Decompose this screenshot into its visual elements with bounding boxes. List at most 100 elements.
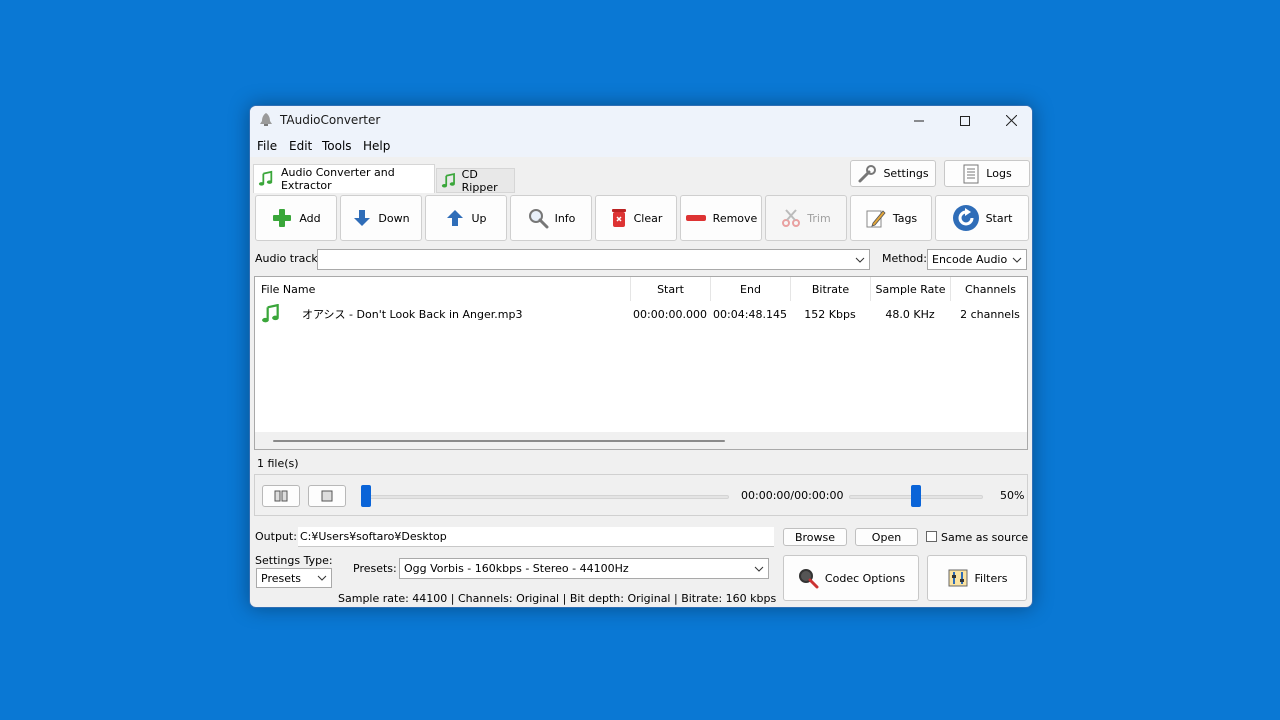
audio-track-select[interactable] <box>317 249 870 270</box>
up-label: Up <box>471 211 487 225</box>
title-bar: TAudioConverter <box>250 106 1032 135</box>
presets-select[interactable]: Ogg Vorbis - 160kbps - Stereo - 44100Hz <box>399 558 769 579</box>
same-as-source-checkbox[interactable] <box>926 531 937 542</box>
channels-cell: 2 channels <box>960 307 1020 321</box>
maximize-button[interactable] <box>942 106 988 135</box>
browse-button[interactable]: Browse <box>783 528 847 546</box>
chevron-down-icon <box>317 575 327 581</box>
file-name-cell: オアシス - Don't Look Back in Anger.mp3 <box>302 308 523 321</box>
codec-magnifier-icon <box>798 569 819 589</box>
close-icon <box>1005 115 1017 126</box>
bitrate-cell: 152 Kbps <box>804 307 856 321</box>
filters-button[interactable]: Filters <box>927 555 1027 601</box>
codec-options-button[interactable]: Codec Options <box>783 555 919 601</box>
column-sample-rate[interactable]: Sample Rate <box>870 277 950 301</box>
tab-audio-converter-label: Audio Converter and Extractor <box>280 166 395 192</box>
column-end[interactable]: End <box>710 277 790 301</box>
add-button[interactable]: Add <box>255 195 337 241</box>
info-label: Info <box>554 211 576 225</box>
settings-type-select[interactable]: Presets <box>256 568 332 588</box>
window-title: TAudioConverter <box>280 113 381 127</box>
player-bar: 00:00:00/00:00:00 50% <box>254 474 1028 516</box>
file-count: 1 file(s) <box>257 457 299 470</box>
remove-button[interactable]: Remove <box>680 195 762 241</box>
app-window: TAudioConverter File Edit Tools Help Aud… <box>249 105 1033 608</box>
remove-label: Remove <box>712 211 758 225</box>
seek-thumb[interactable] <box>361 485 371 507</box>
column-channels[interactable]: Channels <box>950 277 1027 301</box>
method-value: Encode Audio <box>932 253 1008 266</box>
start-button[interactable]: Start <box>935 195 1029 241</box>
settings-button[interactable]: Settings <box>850 160 936 187</box>
output-path-field[interactable]: C:¥Users¥softaro¥Desktop <box>298 527 774 547</box>
chevron-down-icon <box>855 257 865 263</box>
tab-audio-converter[interactable]: Audio Converter and Extractor <box>253 164 435 193</box>
pause-button[interactable] <box>262 485 300 507</box>
output-path-value: C:¥Users¥softaro¥Desktop <box>300 530 447 543</box>
info-button[interactable]: Info <box>510 195 592 241</box>
wrench-icon <box>858 164 877 182</box>
clear-button[interactable]: Clear <box>595 195 677 241</box>
tab-cd-ripper-label: CD Ripper <box>461 167 498 194</box>
toolbar: Add Down Up Info Clear Remove Trim Tags … <box>250 195 1032 243</box>
down-button[interactable]: Down <box>340 195 422 241</box>
pause-icon <box>274 490 288 502</box>
trim-button[interactable]: Trim <box>765 195 847 241</box>
logs-button[interactable]: Logs <box>944 160 1030 187</box>
table-row[interactable]: オアシス - Don't Look Back in Anger.mp3 00:0… <box>255 301 1027 327</box>
pencil-icon <box>866 210 886 228</box>
chevron-down-icon <box>1012 257 1022 263</box>
music-note-icon <box>258 170 273 186</box>
column-start[interactable]: Start <box>630 277 710 301</box>
time-display: 00:00:00/00:00:00 <box>741 489 844 502</box>
filter-sliders-icon <box>948 569 967 587</box>
plus-icon <box>273 209 292 227</box>
magnifier-icon <box>528 209 549 229</box>
horizontal-scrollbar[interactable] <box>255 432 1027 449</box>
menu-file[interactable]: File <box>257 139 277 153</box>
tab-cd-ripper[interactable]: CD Ripper <box>436 167 515 194</box>
arrow-up-icon <box>447 210 464 226</box>
column-file-name[interactable]: File Name <box>261 277 631 301</box>
menu-tools[interactable]: Tools <box>322 139 352 153</box>
sample-rate-cell: 48.0 KHz <box>885 307 935 321</box>
trash-icon <box>611 209 626 227</box>
volume-thumb[interactable] <box>911 485 921 507</box>
tags-label: Tags <box>892 211 918 225</box>
presets-value: Ogg Vorbis - 160kbps - Stereo - 44100Hz <box>404 562 629 575</box>
settings-label: Settings <box>883 167 929 180</box>
status-text: Sample rate: 44100 | Channels: Original … <box>338 592 777 605</box>
open-button[interactable]: Open <box>855 528 918 546</box>
minimize-icon <box>914 120 924 121</box>
audio-track-label: Audio track: <box>255 252 322 265</box>
end-cell: 00:04:48.145 <box>713 307 787 321</box>
volume-label: 50% <box>1000 489 1025 502</box>
start-cell: 00:00:00.000 <box>633 307 707 321</box>
file-list-header: File Name Start End Bitrate Sample Rate … <box>255 277 1027 301</box>
column-bitrate[interactable]: Bitrate <box>790 277 870 301</box>
close-button[interactable] <box>988 106 1032 135</box>
method-label: Method: <box>882 252 927 265</box>
chevron-down-icon <box>754 566 764 572</box>
method-select[interactable]: Encode Audio <box>927 249 1027 270</box>
file-list[interactable]: File Name Start End Bitrate Sample Rate … <box>254 276 1028 450</box>
up-button[interactable]: Up <box>425 195 507 241</box>
down-label: Down <box>378 211 410 225</box>
menu-edit[interactable]: Edit <box>289 139 312 153</box>
stop-icon <box>321 490 333 502</box>
logs-label: Logs <box>986 167 1012 180</box>
tags-button[interactable]: Tags <box>850 195 932 241</box>
settings-type-label: Settings Type: <box>255 554 333 567</box>
filters-label: Filters <box>974 571 1008 585</box>
trim-label: Trim <box>807 211 831 225</box>
music-note-icon <box>261 301 285 327</box>
seek-track[interactable] <box>361 495 729 499</box>
minimize-button[interactable] <box>896 106 942 135</box>
scrollbar-thumb[interactable] <box>273 440 725 442</box>
settings-type-value: Presets <box>261 571 302 585</box>
add-label: Add <box>299 211 321 225</box>
document-icon <box>963 164 979 183</box>
bell-icon <box>260 113 272 126</box>
stop-button[interactable] <box>308 485 346 507</box>
menu-help[interactable]: Help <box>363 139 390 153</box>
